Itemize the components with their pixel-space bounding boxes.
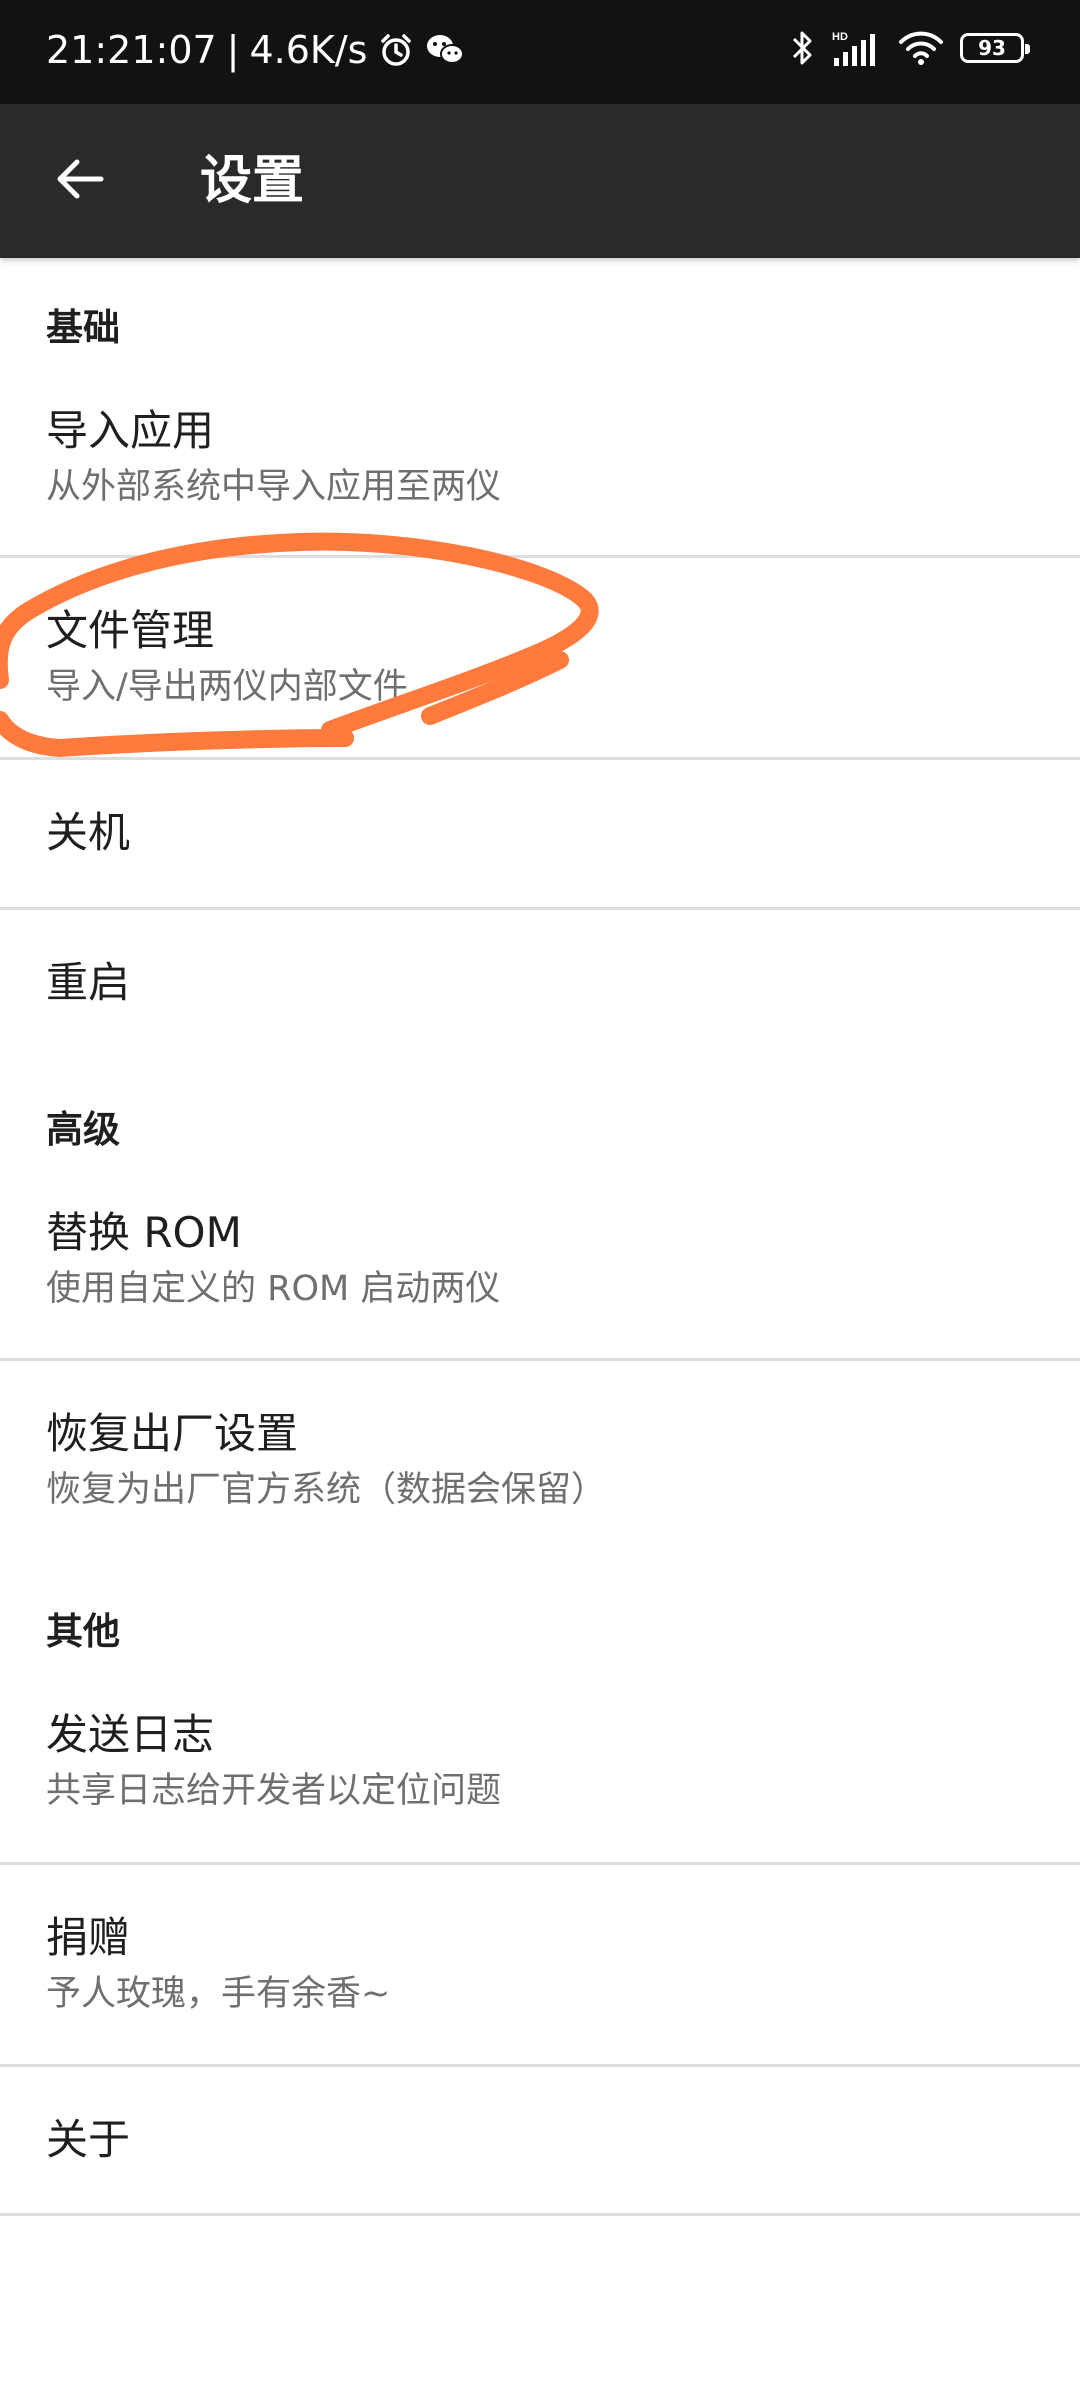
settings-item-factory-reset[interactable]: 恢复出厂设置 恢复为出厂官方系统（数据会保留）	[0, 1361, 1080, 1551]
back-button[interactable]	[40, 141, 120, 221]
status-bar: 21:21:07 | 4.6K/s HD 93	[0, 0, 1080, 104]
settings-item-about[interactable]: 关于	[0, 2067, 1080, 2213]
toolbar: 设置	[0, 104, 1080, 258]
status-right: HD 93	[790, 28, 1030, 68]
item-subtitle: 从外部系统中导入应用至两仪	[46, 467, 502, 507]
status-speed: 4.6K/s	[249, 28, 368, 72]
settings-item-shutdown[interactable]: 关机	[0, 760, 1080, 908]
section-header-basic: 基础	[46, 306, 120, 349]
settings-item-import-app[interactable]: 导入应用 从外部系统中导入应用至两仪	[0, 386, 1080, 556]
settings-item-file-manage[interactable]: 文件管理 导入/导出两仪内部文件	[0, 558, 1080, 758]
settings-item-replace-rom[interactable]: 替换 ROM 使用自定义的 ROM 启动两仪	[0, 1186, 1080, 1358]
item-title: 关机	[46, 808, 131, 857]
status-left: 21:21:07 | 4.6K/s	[46, 26, 465, 74]
wechat-icon	[425, 32, 465, 68]
battery-icon: 93	[960, 33, 1030, 63]
item-subtitle: 使用自定义的 ROM 启动两仪	[46, 1269, 501, 1309]
section-header-other: 其他	[46, 1610, 120, 1653]
wifi-icon	[898, 29, 944, 67]
settings-item-send-log[interactable]: 发送日志 共享日志给开发者以定位问题	[0, 1690, 1080, 1862]
item-subtitle: 恢复为出厂官方系统（数据会保留）	[46, 1470, 607, 1510]
page-title: 设置	[200, 151, 305, 211]
status-separator: |	[226, 28, 240, 72]
item-subtitle: 予人玫瑰，手有余香~	[46, 1974, 391, 2014]
status-time: 21:21:07	[46, 28, 217, 72]
bluetooth-icon	[790, 28, 814, 68]
item-title: 恢复出厂设置	[46, 1409, 299, 1458]
item-title: 捐赠	[46, 1913, 131, 1962]
settings-item-donate[interactable]: 捐赠 予人玫瑰，手有余香~	[0, 1865, 1080, 2065]
item-subtitle: 共享日志给开发者以定位问题	[46, 1771, 502, 1811]
divider	[0, 2213, 1080, 2216]
battery-level: 93	[978, 36, 1006, 60]
item-subtitle: 导入/导出两仪内部文件	[46, 667, 408, 707]
item-title: 重启	[46, 958, 131, 1007]
alarm-icon	[377, 31, 415, 69]
item-title: 替换 ROM	[46, 1208, 242, 1257]
arrow-left-icon	[55, 157, 105, 205]
svg-text:HD: HD	[832, 31, 848, 43]
section-header-advanced: 高级	[46, 1108, 120, 1151]
item-title: 导入应用	[46, 406, 215, 455]
hd-signal-icon: HD	[830, 28, 882, 68]
item-title: 关于	[46, 2115, 131, 2164]
item-title: 文件管理	[46, 606, 215, 655]
settings-item-restart[interactable]: 重启	[0, 910, 1080, 1060]
item-title: 发送日志	[46, 1710, 215, 1759]
